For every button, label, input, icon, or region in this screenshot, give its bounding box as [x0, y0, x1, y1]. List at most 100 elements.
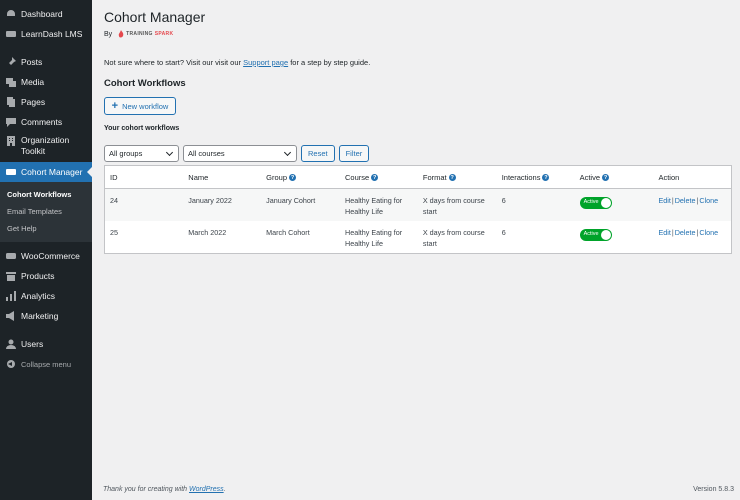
megaphone-icon — [5, 311, 16, 322]
col-header-group: Group? — [261, 165, 341, 189]
cell-group: January Cohort — [266, 196, 316, 205]
help-icon[interactable]: ? — [602, 174, 610, 182]
pages-icon — [5, 97, 16, 108]
menu-pages[interactable]: Pages — [0, 92, 92, 112]
menu-analytics[interactable]: Analytics — [0, 286, 92, 306]
col-header-active: Active? — [574, 165, 654, 189]
active-toggle[interactable]: Active — [579, 228, 612, 241]
menu-cohort-manager-label: Cohort Manager — [21, 167, 83, 177]
reset-button[interactable]: Reset — [301, 145, 335, 162]
collapse-menu-button[interactable]: Collapse menu — [0, 354, 92, 374]
intro-text: Not sure where to start? Visit our visit… — [104, 58, 371, 67]
menu-users-label: Users — [21, 339, 44, 349]
col-header-id: ID — [104, 165, 184, 189]
woocommerce-icon — [5, 251, 16, 262]
list-title: Your cohort workflows — [104, 125, 180, 132]
delete-link[interactable]: Delete — [675, 196, 696, 205]
plus-icon: + — [111, 99, 119, 112]
page-title: Cohort Manager — [104, 9, 206, 25]
main-content: Cohort Manager By TRAINING SPARK Not sur… — [92, 0, 740, 500]
courses-select[interactable]: All courses — [183, 145, 297, 162]
table-row: 24 January 2022 January Cohort Healthy E… — [104, 188, 732, 222]
products-icon — [5, 271, 16, 282]
chevron-down-icon — [165, 148, 174, 156]
col-header-format: Format? — [417, 165, 497, 189]
user-icon — [5, 339, 16, 350]
menu-learndash[interactable]: LearnDash LMS — [0, 24, 92, 44]
footer-thanks: Thank you for creating with WordPress. — [103, 486, 226, 493]
footer-version: Version 5.8.3 — [693, 486, 734, 493]
help-icon[interactable]: ? — [289, 174, 297, 182]
menu-pages-label: Pages — [21, 97, 46, 107]
workflows-table: ID Name Group? Course? Format? Interacti… — [104, 165, 732, 254]
cohort-manager-submenu: Cohort Workflows Email Templates Get Hel… — [0, 182, 92, 242]
collapse-icon — [5, 359, 16, 370]
clone-link[interactable]: Clone — [699, 228, 718, 237]
delete-link[interactable]: Delete — [675, 228, 696, 237]
col-header-action: Action — [653, 165, 732, 189]
cell-format: X days from course start — [422, 196, 485, 216]
cell-format: X days from course start — [422, 228, 485, 248]
wordpress-link[interactable]: WordPress — [189, 486, 224, 493]
by-label: By — [104, 30, 113, 38]
media-icon — [5, 77, 16, 88]
cell-active: Active — [575, 221, 654, 254]
menu-products[interactable]: Products — [0, 266, 92, 286]
byline: By TRAINING SPARK — [104, 30, 173, 38]
menu-marketing[interactable]: Marketing — [0, 306, 92, 326]
cell-actions: Edit|Delete|Clone — [658, 196, 719, 205]
col-header-course: Course? — [340, 165, 418, 189]
building-icon — [5, 135, 16, 146]
menu-media-label: Media — [21, 77, 45, 87]
help-icon[interactable]: ? — [542, 174, 550, 182]
flame-icon — [118, 30, 124, 38]
menu-posts[interactable]: Posts — [0, 52, 92, 72]
menu-analytics-label: Analytics — [21, 291, 56, 301]
active-toggle[interactable]: Active — [579, 196, 612, 209]
edit-link[interactable]: Edit — [658, 196, 670, 205]
cell-actions: Edit|Delete|Clone — [658, 228, 719, 237]
menu-products-label: Products — [21, 271, 55, 281]
col-header-name: Name — [183, 165, 262, 189]
help-icon[interactable]: ? — [448, 174, 456, 182]
new-workflow-button[interactable]: + New workflow — [104, 97, 176, 115]
menu-marketing-label: Marketing — [21, 311, 59, 321]
menu-dashboard[interactable]: Dashboard — [0, 4, 92, 24]
clone-link[interactable]: Clone — [699, 196, 718, 205]
cell-interactions: 6 — [501, 228, 506, 237]
menu-woocommerce-label: WooCommerce — [21, 251, 80, 261]
submenu-cohort-workflows[interactable]: Cohort Workflows — [0, 186, 92, 203]
cell-course: Healthy Eating for Healthy Life — [345, 196, 403, 216]
groups-select[interactable]: All groups — [104, 145, 179, 162]
filter-bar: All groups All courses Reset Filter — [104, 145, 370, 162]
menu-dashboard-label: Dashboard — [21, 9, 63, 19]
cell-course: Healthy Eating for Healthy Life — [345, 228, 403, 248]
menu-woocommerce[interactable]: WooCommerce — [0, 246, 92, 266]
menu-posts-label: Posts — [21, 57, 43, 67]
comment-icon — [5, 117, 16, 128]
cell-group: March Cohort — [266, 228, 310, 237]
menu-organization-toolkit[interactable]: Organization Toolkit — [0, 132, 92, 162]
admin-sidebar: Dashboard LearnDash LMS Posts Media Page… — [0, 0, 92, 500]
menu-media[interactable]: Media — [0, 72, 92, 92]
menu-learndash-label: LearnDash LMS — [21, 29, 83, 39]
collapse-menu-label: Collapse menu — [21, 359, 72, 369]
menu-users[interactable]: Users — [0, 334, 92, 354]
edit-link[interactable]: Edit — [658, 228, 670, 237]
cell-name: March 2022 — [188, 228, 227, 237]
menu-organization-toolkit-label: Organization Toolkit — [21, 135, 70, 156]
cell-active: Active — [575, 189, 654, 222]
chevron-down-icon — [283, 148, 292, 156]
help-icon[interactable]: ? — [371, 174, 379, 182]
cell-name: January 2022 — [188, 196, 232, 205]
col-header-interactions: Interactions? — [496, 165, 575, 189]
table-header-row: ID Name Group? Course? Format? Interacti… — [104, 165, 732, 189]
submenu-email-templates[interactable]: Email Templates — [0, 203, 92, 220]
submenu-get-help[interactable]: Get Help — [0, 220, 92, 237]
filter-button[interactable]: Filter — [338, 145, 370, 162]
support-page-link[interactable]: Support page — [243, 58, 288, 67]
bar-chart-icon — [5, 291, 16, 302]
menu-cohort-manager[interactable]: Cohort Manager — [0, 162, 92, 182]
cell-id: 24 — [110, 196, 118, 205]
menu-comments[interactable]: Comments — [0, 112, 92, 132]
